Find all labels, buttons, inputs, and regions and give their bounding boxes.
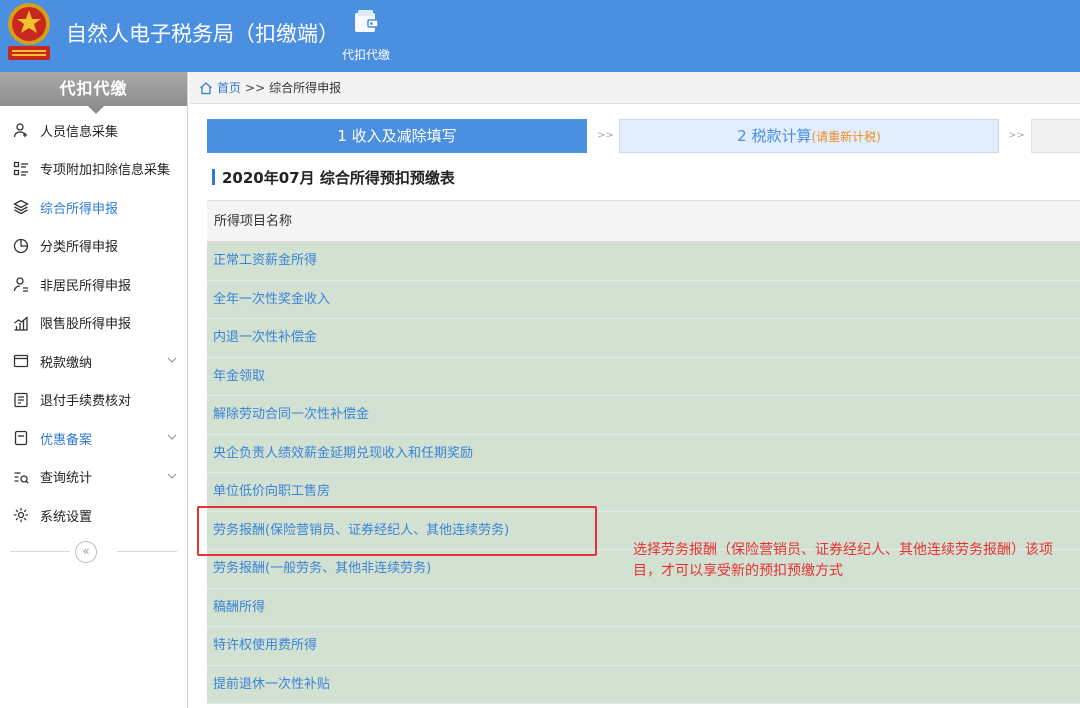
document-check-icon bbox=[14, 392, 28, 407]
sidebar-item-query-statistics[interactable]: 查询统计 bbox=[0, 458, 187, 497]
person-add-icon bbox=[13, 123, 27, 138]
gear-icon bbox=[14, 508, 28, 523]
step-tax-calculation-label: 2 税款计算 bbox=[737, 127, 812, 145]
sidebar-item-label: 非居民所得申报 bbox=[40, 278, 132, 294]
stock-chart-icon bbox=[14, 316, 28, 331]
app-title: 自然人电子税务局（扣缴端） bbox=[66, 22, 339, 46]
sidebar-item-label: 综合所得申报 bbox=[40, 201, 119, 217]
document-icon bbox=[14, 431, 28, 446]
table-row[interactable]: 单位低价向职工售房 bbox=[207, 473, 1080, 512]
sidebar-item-system-settings[interactable]: 系统设置 bbox=[0, 496, 187, 535]
national-emblem-icon bbox=[8, 3, 50, 60]
table-row[interactable]: 央企负责人绩效薪金延期兑现收入和任期奖励 bbox=[207, 434, 1080, 473]
sidebar-item-label: 专项附加扣除信息采集 bbox=[40, 163, 171, 179]
app-header: 自然人电子税务局（扣缴端） 代扣代缴 bbox=[0, 0, 1080, 72]
title-accent-bar bbox=[212, 169, 215, 185]
sidebar-item-label: 分类所得申报 bbox=[40, 240, 119, 256]
sidebar-collapse-row: « bbox=[0, 537, 187, 567]
step-progress: 1 收入及减除填写 >> 2 税款计算(请重新计税) >> bbox=[207, 119, 1080, 153]
chevron-down-icon bbox=[167, 473, 177, 479]
sidebar-item-restricted-stock-income[interactable]: 限售股所得申报 bbox=[0, 304, 187, 343]
breadcrumb-separator: >> bbox=[245, 80, 266, 95]
sidebar-item-label: 退付手续费核对 bbox=[40, 394, 132, 410]
step-income-deduction[interactable]: 1 收入及减除填写 bbox=[207, 119, 587, 153]
sidebar-item-tax-payment[interactable]: 税款缴纳 bbox=[0, 342, 187, 381]
sidebar-item-label: 查询统计 bbox=[40, 471, 93, 487]
wallet-icon bbox=[355, 10, 379, 32]
sidebar-item-label: 人员信息采集 bbox=[40, 124, 119, 140]
breadcrumb: 首页 >> 综合所得申报 bbox=[189, 72, 1080, 104]
sidebar-title: 代扣代缴 bbox=[0, 72, 187, 114]
breadcrumb-home-link[interactable]: 首页 bbox=[217, 79, 241, 96]
sidebar-item-fee-refund-check[interactable]: 退付手续费核对 bbox=[0, 381, 187, 420]
nav-tool-label: 代扣代缴 bbox=[341, 48, 390, 62]
sidebar-title-text: 代扣代缴 bbox=[59, 79, 128, 98]
income-item-table: 所得项目名称 正常工资薪金所得 全年一次性奖金收入 内退一次性补偿金 年金领取 … bbox=[207, 200, 1080, 704]
step-recalculate-hint: (请重新计税) bbox=[811, 130, 881, 144]
sidebar-item-preferential-filing[interactable]: 优惠备案 bbox=[0, 419, 187, 458]
sidebar-item-label: 限售股所得申报 bbox=[40, 317, 132, 333]
window-icon bbox=[13, 355, 29, 368]
table-row[interactable]: 正常工资薪金所得 bbox=[207, 242, 1080, 281]
step-separator: >> bbox=[597, 130, 614, 141]
chevron-down-icon bbox=[167, 434, 177, 440]
table-title-text: 2020年07月 综合所得预扣预缴表 bbox=[222, 168, 455, 187]
table-title: 2020年07月 综合所得预扣预缴表 bbox=[212, 166, 455, 188]
sidebar-item-personnel-info[interactable]: 人员信息采集 bbox=[0, 111, 187, 150]
sidebar-menu: 人员信息采集 专项附加扣除信息采集 综合所得申报 分类所得申报 非居民所得申报 bbox=[0, 111, 187, 535]
table-row[interactable]: 提前退休一次性补贴 bbox=[207, 665, 1080, 704]
list-icon bbox=[13, 161, 28, 176]
step-tax-calculation[interactable]: 2 税款计算(请重新计税) bbox=[619, 119, 999, 153]
table-row[interactable]: 内退一次性补偿金 bbox=[207, 319, 1080, 358]
home-icon bbox=[200, 81, 212, 94]
person-icon bbox=[13, 277, 28, 292]
withholding-nav-button[interactable]: 代扣代缴 bbox=[330, 8, 402, 68]
sidebar-item-non-resident-income[interactable]: 非居民所得申报 bbox=[0, 265, 187, 304]
table-row[interactable]: 解除劳动合同一次性补偿金 bbox=[207, 396, 1080, 435]
sidebar-collapse-button[interactable]: « bbox=[75, 540, 97, 563]
table-row[interactable]: 年金领取 bbox=[207, 357, 1080, 396]
step-next[interactable] bbox=[1031, 119, 1080, 153]
breadcrumb-current: 综合所得申报 bbox=[269, 81, 342, 95]
sidebar-item-label: 税款缴纳 bbox=[40, 355, 93, 371]
layers-icon bbox=[13, 200, 29, 215]
search-list-icon bbox=[14, 472, 29, 484]
pie-chart-icon bbox=[13, 238, 29, 253]
table-row[interactable]: 全年一次性奖金收入 bbox=[207, 280, 1080, 319]
table-row[interactable]: 稿酬所得 bbox=[207, 588, 1080, 627]
sidebar: 代扣代缴 人员信息采集 专项附加扣除信息采集 综合所得申报 分类所得申报 非居民… bbox=[0, 72, 188, 708]
step-separator: >> bbox=[1008, 130, 1025, 141]
sidebar-item-label: 优惠备案 bbox=[40, 432, 93, 448]
chevron-down-icon bbox=[167, 357, 177, 363]
sidebar-item-classified-income[interactable]: 分类所得申报 bbox=[0, 227, 187, 266]
table-header-income-item-name: 所得项目名称 bbox=[207, 200, 1080, 242]
sidebar-item-comprehensive-income[interactable]: 综合所得申报 bbox=[0, 188, 187, 227]
table-row[interactable]: 特许权使用费所得 bbox=[207, 627, 1080, 666]
sidebar-item-special-deduction[interactable]: 专项附加扣除信息采集 bbox=[0, 150, 187, 189]
sidebar-item-label: 系统设置 bbox=[40, 509, 93, 525]
annotation-note: 选择劳务报酬（保险营销员、证券经纪人、其他连续劳务报酬）该项目，才可以享受新的预… bbox=[633, 542, 1053, 579]
